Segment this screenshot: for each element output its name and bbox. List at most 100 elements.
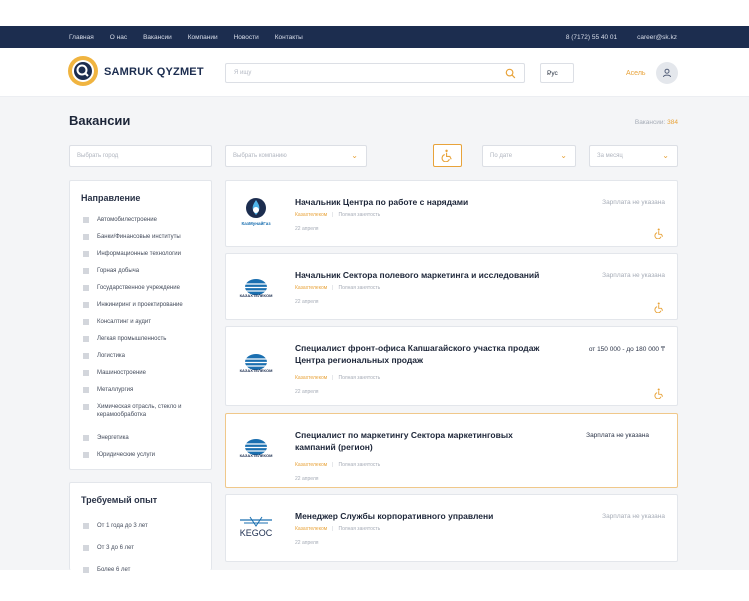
vacancy-title[interactable]: Начальник Центра по работе с нарядами	[295, 197, 468, 209]
checkbox[interactable]	[83, 285, 89, 291]
checkbox[interactable]	[83, 545, 89, 551]
company-select[interactable]: Выбрать компанию ⌄	[225, 145, 367, 167]
nav-news-link[interactable]: Новости	[234, 34, 259, 41]
experience-checkbox[interactable]: От 1 года до 3 лет	[83, 522, 208, 530]
brand-name[interactable]: SAMRUK QYZMET	[104, 66, 204, 78]
phone-link[interactable]: 8 (7172) 55 40 01	[566, 34, 617, 41]
checkbox-label: Горная добыча	[97, 268, 140, 274]
direction-checkbox[interactable]: Юридические услуги	[83, 451, 208, 459]
checkbox-label: Автомобилестроение	[97, 217, 157, 223]
direction-checkbox[interactable]: Банки/Финансовые институты	[83, 233, 208, 241]
nav-vacancies-link[interactable]: Вакансии	[143, 34, 172, 41]
direction-checkbox[interactable]: Машиностроение	[83, 369, 208, 377]
nav-contacts-link[interactable]: Контакты	[275, 34, 303, 41]
checkbox[interactable]	[83, 387, 89, 393]
direction-checkbox[interactable]: Горная добыча	[83, 267, 208, 275]
separator: |	[332, 462, 334, 468]
company-logo-text: КАЗАХТЕЛЕКОМ	[239, 368, 273, 373]
experience-checkbox[interactable]: Более 6 лет	[83, 566, 208, 574]
vacancy-company[interactable]: Казахтелеком	[295, 462, 327, 468]
direction-checkbox[interactable]: Инжиниринг и проектирование	[83, 301, 208, 309]
checkbox-label: От 1 года до 3 лет	[97, 523, 148, 529]
top-bar: Главная О нас Вакансии Компании Новости …	[0, 26, 749, 48]
vacancy-count-value: 384	[667, 119, 678, 126]
direction-checkbox[interactable]: Энергетика	[83, 434, 208, 442]
period-select[interactable]: За месяц ⌄	[589, 145, 678, 167]
checkbox-label: Логистика	[97, 353, 126, 359]
checkbox[interactable]	[83, 435, 89, 441]
experience-checkbox[interactable]: От 3 до 6 лет	[83, 544, 208, 552]
vacancy-card[interactable]: КАЗАХТЕЛЕКОМ Специалист по маркетингу Се…	[225, 413, 678, 488]
top-nav: Главная О нас Вакансии Компании Новости …	[69, 26, 319, 48]
nav-companies-link[interactable]: Компании	[188, 34, 218, 41]
checkbox-label: Государственное учреждение	[97, 285, 180, 291]
samruk-logo-icon[interactable]	[67, 55, 99, 87]
direction-checkbox[interactable]: Легкая промышленность	[83, 335, 208, 343]
vacancy-card[interactable]: КАЗАХТЕЛЕКОМ Специалист фронт-офиса Капш…	[225, 326, 678, 406]
experience-filter-panel: Требуемый опыт От 1 года до 3 лет От 3 д…	[69, 482, 212, 573]
accessible-filter-button[interactable]	[433, 144, 462, 167]
city-select[interactable]: Выбрать город	[69, 145, 212, 167]
checkbox[interactable]	[83, 567, 89, 573]
search-input[interactable]: Я ищу	[225, 63, 525, 83]
checkbox-label: Химическая отрасль, стекло и керамообраб…	[97, 404, 182, 418]
nav-home-link[interactable]: Главная	[69, 34, 94, 41]
checkbox[interactable]	[83, 319, 89, 325]
vacancy-salary: Зарплата не указана	[602, 199, 665, 206]
company-logo-text: КазМунайГаз	[241, 221, 271, 226]
vacancy-card[interactable]: КазМунайГаз Начальник Центра по работе с…	[225, 180, 678, 247]
vacancy-title[interactable]: Менеджер Службы корпоративного управлени	[295, 511, 493, 523]
avatar[interactable]	[656, 62, 678, 84]
checkbox[interactable]	[83, 234, 89, 240]
vacancy-title[interactable]: Специалист фронт-офиса Капшагайского уча…	[295, 343, 539, 366]
checkbox-label: Банки/Финансовые институты	[97, 234, 181, 240]
search-placeholder: Я ищу	[234, 70, 252, 76]
wheelchair-icon	[654, 302, 664, 313]
checkbox[interactable]	[83, 404, 89, 410]
kazakhtelecom-logo-icon	[244, 439, 268, 455]
page-title: Вакансии	[69, 113, 131, 128]
vacancy-company[interactable]: Казахтелеком	[295, 526, 327, 532]
vacancy-employment: Полная занятость	[338, 212, 381, 218]
checkbox[interactable]	[83, 302, 89, 308]
vacancy-title-line: Центра региональных продаж	[295, 354, 424, 365]
direction-checkbox[interactable]: Автомобилестроение	[83, 216, 208, 224]
checkbox[interactable]	[83, 268, 89, 274]
vacancy-date: 22 апреля	[295, 389, 319, 395]
company-logo-text: КАЗАХТЕЛЕКОМ	[239, 293, 273, 298]
checkbox[interactable]	[83, 370, 89, 376]
vacancy-card[interactable]: KEGOC Менеджер Службы корпоративного упр…	[225, 494, 678, 562]
company-logo-text: KEGOC	[239, 528, 273, 538]
nav-about-link[interactable]: О нас	[110, 34, 127, 41]
checkbox-label: Легкая промышленность	[97, 336, 167, 342]
vacancy-company[interactable]: Казахтелеком	[295, 212, 327, 218]
checkbox[interactable]	[83, 523, 89, 529]
vacancy-company[interactable]: Казахтелеком	[295, 285, 327, 291]
separator: |	[332, 526, 334, 532]
sort-select[interactable]: По дате ⌄	[482, 145, 576, 167]
email-link[interactable]: career@sk.kz	[637, 34, 677, 41]
direction-checkbox[interactable]: Логистика	[83, 352, 208, 360]
checkbox[interactable]	[83, 353, 89, 359]
vacancy-title[interactable]: Начальник Сектора полевого маркетинга и …	[295, 270, 539, 282]
checkbox[interactable]	[83, 217, 89, 223]
checkbox-label: Более 6 лет	[97, 567, 131, 573]
direction-checkbox[interactable]: Химическая отрасль, стекло и керамообраб…	[83, 403, 208, 419]
checkbox[interactable]	[83, 251, 89, 257]
vacancy-card[interactable]: КАЗАХТЕЛЕКОМ Начальник Сектора полевого …	[225, 253, 678, 320]
user-name[interactable]: Асель	[626, 70, 646, 77]
direction-checkbox[interactable]: Консалтинг и аудит	[83, 318, 208, 326]
checkbox[interactable]	[83, 336, 89, 342]
vacancy-title[interactable]: Специалист по маркетингу Сектора маркети…	[295, 430, 513, 453]
checkbox[interactable]	[83, 452, 89, 458]
direction-checkbox[interactable]: Информационные технологии	[83, 250, 208, 258]
language-select[interactable]: Рус ⌄	[540, 63, 574, 83]
search-icon[interactable]	[505, 68, 516, 79]
vacancy-company[interactable]: Казахтелеком	[295, 375, 327, 381]
period-placeholder: За месяц	[597, 153, 623, 159]
vacancy-date: 22 апреля	[295, 299, 319, 305]
direction-checkbox[interactable]: Металлургия	[83, 386, 208, 394]
wheelchair-icon	[441, 149, 452, 162]
user-icon	[663, 68, 671, 78]
direction-checkbox[interactable]: Государственное учреждение	[83, 284, 208, 292]
